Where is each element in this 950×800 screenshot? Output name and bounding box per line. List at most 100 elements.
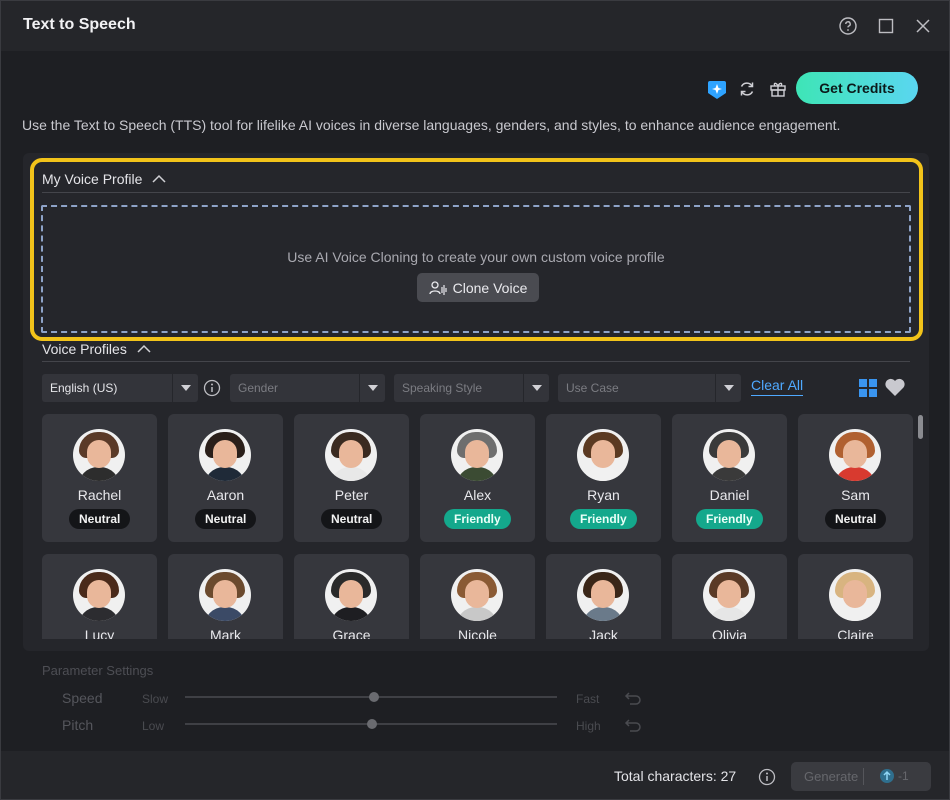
total-characters: Total characters: 27 <box>614 768 737 784</box>
info-icon[interactable] <box>201 377 223 399</box>
style-badge: Neutral <box>69 509 131 529</box>
my-voice-profile-title: My Voice Profile <box>42 171 143 187</box>
chevron-down-icon <box>523 374 549 402</box>
divider <box>863 768 864 785</box>
grid-view-icon[interactable] <box>857 377 879 399</box>
get-credits-button[interactable]: Get Credits <box>796 72 918 104</box>
pitch-min-label: Low <box>142 719 165 733</box>
close-icon[interactable] <box>912 15 934 37</box>
gender-select[interactable]: Gender <box>230 374 385 402</box>
voice-card-peter[interactable]: Peter Neutral <box>294 414 409 542</box>
style-badge: Friendly <box>696 509 763 529</box>
chevron-down-icon <box>715 374 741 402</box>
voice-profiles-title: Voice Profiles <box>42 341 127 357</box>
voice-name: Alex <box>463 487 492 503</box>
voice-card-jack[interactable]: Jack <box>546 554 661 639</box>
avatar <box>577 429 629 481</box>
voice-card-mark[interactable]: Mark <box>168 554 283 639</box>
clear-all-link[interactable]: Clear All <box>751 377 804 396</box>
voice-card-grace[interactable]: Grace <box>294 554 409 639</box>
use-case-select[interactable]: Use Case <box>558 374 741 402</box>
avatar <box>829 429 881 481</box>
voice-card-grid: Rachel Neutral Aaron Neutral Peter Neutral Ale… <box>41 413 915 639</box>
page-description: Use the Text to Speech (TTS) tool for li… <box>22 117 841 133</box>
style-badge: Neutral <box>321 509 383 529</box>
gift-icon[interactable] <box>767 78 789 100</box>
divider <box>42 361 910 362</box>
gender-placeholder: Gender <box>238 381 279 395</box>
voice-card-aaron[interactable]: Aaron Neutral <box>168 414 283 542</box>
voice-card-daniel[interactable]: Daniel Friendly <box>672 414 787 542</box>
voice-name: Grace <box>332 627 371 639</box>
voice-name: Claire <box>837 627 874 639</box>
generate-label: Generate <box>804 769 859 784</box>
style-badge: Neutral <box>825 509 887 529</box>
speaking-style-select[interactable]: Speaking Style <box>394 374 549 402</box>
avatar <box>577 569 629 621</box>
credit-coin-icon <box>880 769 894 783</box>
voice-card-olivia[interactable]: Olivia <box>672 554 787 639</box>
voice-name: Daniel <box>709 487 750 503</box>
voice-profiles-header[interactable]: Voice Profiles <box>42 341 151 357</box>
style-badge: Friendly <box>444 509 511 529</box>
avatar <box>325 569 377 621</box>
style-badge: Neutral <box>195 509 257 529</box>
divider <box>42 192 910 193</box>
speed-slider-thumb[interactable] <box>369 692 379 702</box>
speaking-style-placeholder: Speaking Style <box>402 381 483 395</box>
voice-card-sam[interactable]: Sam Neutral <box>798 414 913 542</box>
reset-pitch-icon[interactable] <box>622 714 644 736</box>
clone-voice-button[interactable]: Clone Voice <box>417 273 539 302</box>
voice-clone-dropzone: Use AI Voice Cloning to create your own … <box>41 205 911 333</box>
voice-card-lucy[interactable]: Lucy <box>42 554 157 639</box>
chevron-up-icon <box>152 174 166 183</box>
voice-grid-scrollbar[interactable] <box>918 415 923 439</box>
refresh-icon[interactable] <box>736 78 758 100</box>
voice-card-rachel[interactable]: Rachel Neutral <box>42 414 157 542</box>
ai-sparkle-icon[interactable] <box>706 78 728 100</box>
voice-name: Rachel <box>77 487 122 503</box>
voice-card-ryan[interactable]: Ryan Friendly <box>546 414 661 542</box>
speed-label: Speed <box>62 690 103 706</box>
voice-name: Ryan <box>587 487 620 503</box>
avatar <box>73 569 125 621</box>
pitch-max-label: High <box>576 719 601 733</box>
pitch-slider-thumb[interactable] <box>367 719 377 729</box>
avatar <box>325 429 377 481</box>
title-bar: Text to Speech <box>1 1 949 51</box>
info-icon[interactable] <box>756 766 778 788</box>
voice-name: Olivia <box>711 627 747 639</box>
chevron-down-icon <box>359 374 385 402</box>
clone-voice-label: Clone Voice <box>452 279 528 296</box>
avatar <box>199 569 251 621</box>
style-badge: Friendly <box>570 509 637 529</box>
voice-name: Lucy <box>84 627 115 639</box>
voice-clone-icon <box>428 280 447 295</box>
avatar <box>703 429 755 481</box>
window-title: Text to Speech <box>23 16 136 33</box>
my-voice-profile-header[interactable]: My Voice Profile <box>42 171 166 187</box>
language-select[interactable]: English (US) <box>42 374 198 402</box>
maximize-icon[interactable] <box>875 15 897 37</box>
language-value: English (US) <box>50 381 118 395</box>
reset-speed-icon[interactable] <box>622 687 644 709</box>
voice-name: Mark <box>209 627 242 639</box>
text-to-speech-window: Text to Speech Get Credits Use the Text … <box>0 0 950 800</box>
speed-min-label: Slow <box>142 692 169 706</box>
voice-card-claire[interactable]: Claire <box>798 554 913 639</box>
avatar <box>451 569 503 621</box>
voice-card-alex[interactable]: Alex Friendly <box>420 414 535 542</box>
avatar <box>199 429 251 481</box>
avatar <box>829 569 881 621</box>
favorites-heart-icon[interactable] <box>884 376 906 398</box>
voice-card-nicole[interactable]: Nicole <box>420 554 535 639</box>
voice-name: Peter <box>334 487 369 503</box>
avatar <box>703 569 755 621</box>
generate-button[interactable]: Generate -1 <box>791 762 931 791</box>
chevron-down-icon <box>172 374 198 402</box>
voice-name: Sam <box>841 487 870 503</box>
voice-name: Nicole <box>458 627 497 639</box>
voice-name: Jack <box>589 627 618 639</box>
help-icon[interactable] <box>837 15 859 37</box>
generate-cost: -1 <box>898 769 909 783</box>
